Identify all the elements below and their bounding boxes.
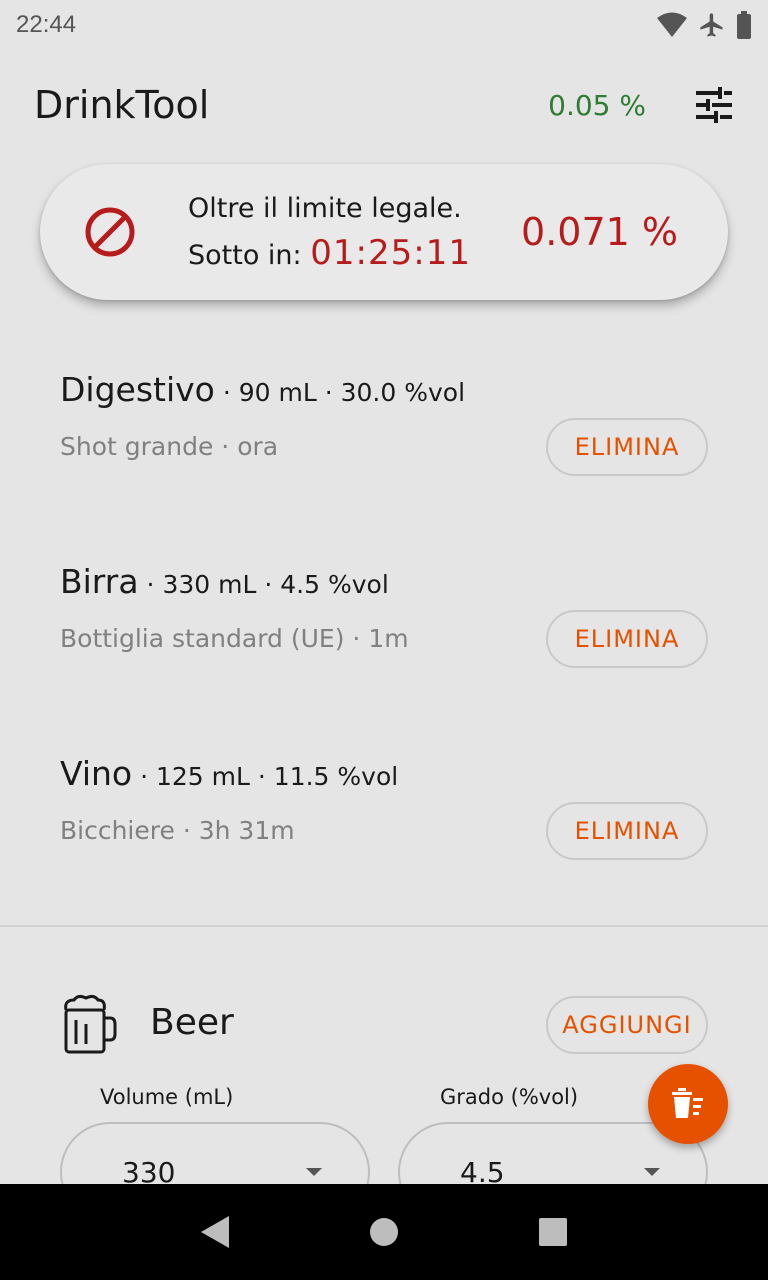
legal-limit-alert: Oltre il limite legale. Sotto in: 01:25:… — [40, 164, 728, 300]
drink-title: Vino · 125 mL · 11.5 %vol — [60, 754, 399, 793]
wifi-icon — [657, 12, 687, 37]
volume-label: Volume (mL) — [100, 1085, 234, 1109]
divider — [0, 925, 768, 927]
delete-button[interactable]: ELIMINA — [546, 802, 708, 860]
add-button[interactable]: AGGIUNGI — [546, 996, 708, 1054]
list-item: Digestivo · 90 mL · 30.0 %vol Shot grand… — [0, 370, 768, 500]
system-nav-bar — [0, 1184, 768, 1280]
back-button[interactable] — [195, 1212, 235, 1252]
drink-name: Birra — [60, 562, 139, 601]
drink-title: Birra · 330 mL · 4.5 %vol — [60, 562, 389, 601]
chevron-down-icon — [644, 1168, 660, 1176]
drink-time-ago: ora — [237, 432, 279, 461]
drink-subtitle: Bicchiere · 3h 31m — [60, 816, 295, 845]
beer-mug-icon[interactable] — [60, 994, 118, 1054]
drink-abv: 30.0 %vol — [340, 378, 466, 407]
countdown-value: 01:25:11 — [310, 232, 471, 273]
delete-button[interactable]: ELIMINA — [546, 610, 708, 668]
recents-icon — [539, 1218, 568, 1246]
drink-title: Digestivo · 90 mL · 30.0 %vol — [60, 370, 466, 409]
drink-unit: mL — [218, 570, 257, 599]
add-drink-row: Beer AGGIUNGI — [0, 990, 768, 1060]
drink-abv: 4.5 %vol — [280, 570, 389, 599]
drink-name: Digestivo — [60, 370, 215, 409]
drink-size-label: Bicchiere — [60, 816, 175, 845]
current-bac: 0.05 % — [548, 88, 646, 122]
drink-subtitle: Bottiglia standard (UE) · 1m — [60, 624, 409, 653]
drink-subtitle: Shot grande · ora — [60, 432, 279, 461]
drink-unit: mL — [278, 378, 317, 407]
clear-drinks-fab[interactable] — [648, 1064, 728, 1144]
alert-text: Oltre il limite legale. Sotto in: 01:25:… — [188, 187, 521, 278]
list-item: Birra · 330 mL · 4.5 %vol Bottiglia stan… — [0, 562, 768, 692]
status-time: 22:44 — [16, 11, 77, 38]
ban-icon — [85, 207, 135, 257]
tune-icon[interactable] — [694, 85, 734, 125]
app-bar: DrinkTool 0.05 % — [0, 60, 768, 150]
alert-message: Oltre il limite legale. — [188, 192, 462, 224]
app-title: DrinkTool — [34, 83, 210, 127]
drink-time-ago: 3h 31m — [198, 816, 295, 845]
drink-abv: 11.5 %vol — [273, 762, 399, 791]
drink-name: Vino — [60, 754, 133, 793]
drink-volume: 125 — [155, 762, 204, 791]
chevron-down-icon — [306, 1168, 322, 1176]
alert-countdown-row: Sotto in: 01:25:11 — [188, 231, 521, 278]
abv-label: Grado (%vol) — [440, 1085, 579, 1109]
home-button[interactable] — [364, 1212, 404, 1252]
drink-volume: 90 — [238, 378, 271, 407]
back-icon — [200, 1216, 229, 1248]
drink-time-ago: 1m — [368, 624, 409, 653]
drink-unit: mL — [211, 762, 250, 791]
clear-list-icon — [672, 1088, 703, 1118]
recents-button[interactable] — [533, 1212, 573, 1252]
home-icon — [369, 1218, 398, 1246]
list-item: Vino · 125 mL · 11.5 %vol Bicchiere · 3h… — [0, 754, 768, 884]
drink-size-label: Bottiglia standard (UE) — [60, 624, 345, 653]
drink-type-name[interactable]: Beer — [150, 1002, 234, 1043]
peak-bac-value: 0.071 % — [521, 210, 678, 254]
airplane-icon — [700, 13, 723, 37]
status-bar: 22:44 — [0, 0, 768, 50]
drink-size-label: Shot grande — [60, 432, 214, 461]
battery-icon — [737, 11, 751, 39]
delete-button[interactable]: ELIMINA — [546, 418, 708, 476]
countdown-label: Sotto in: — [188, 239, 302, 271]
status-icons — [656, 11, 752, 39]
drink-volume: 330 — [162, 570, 211, 599]
